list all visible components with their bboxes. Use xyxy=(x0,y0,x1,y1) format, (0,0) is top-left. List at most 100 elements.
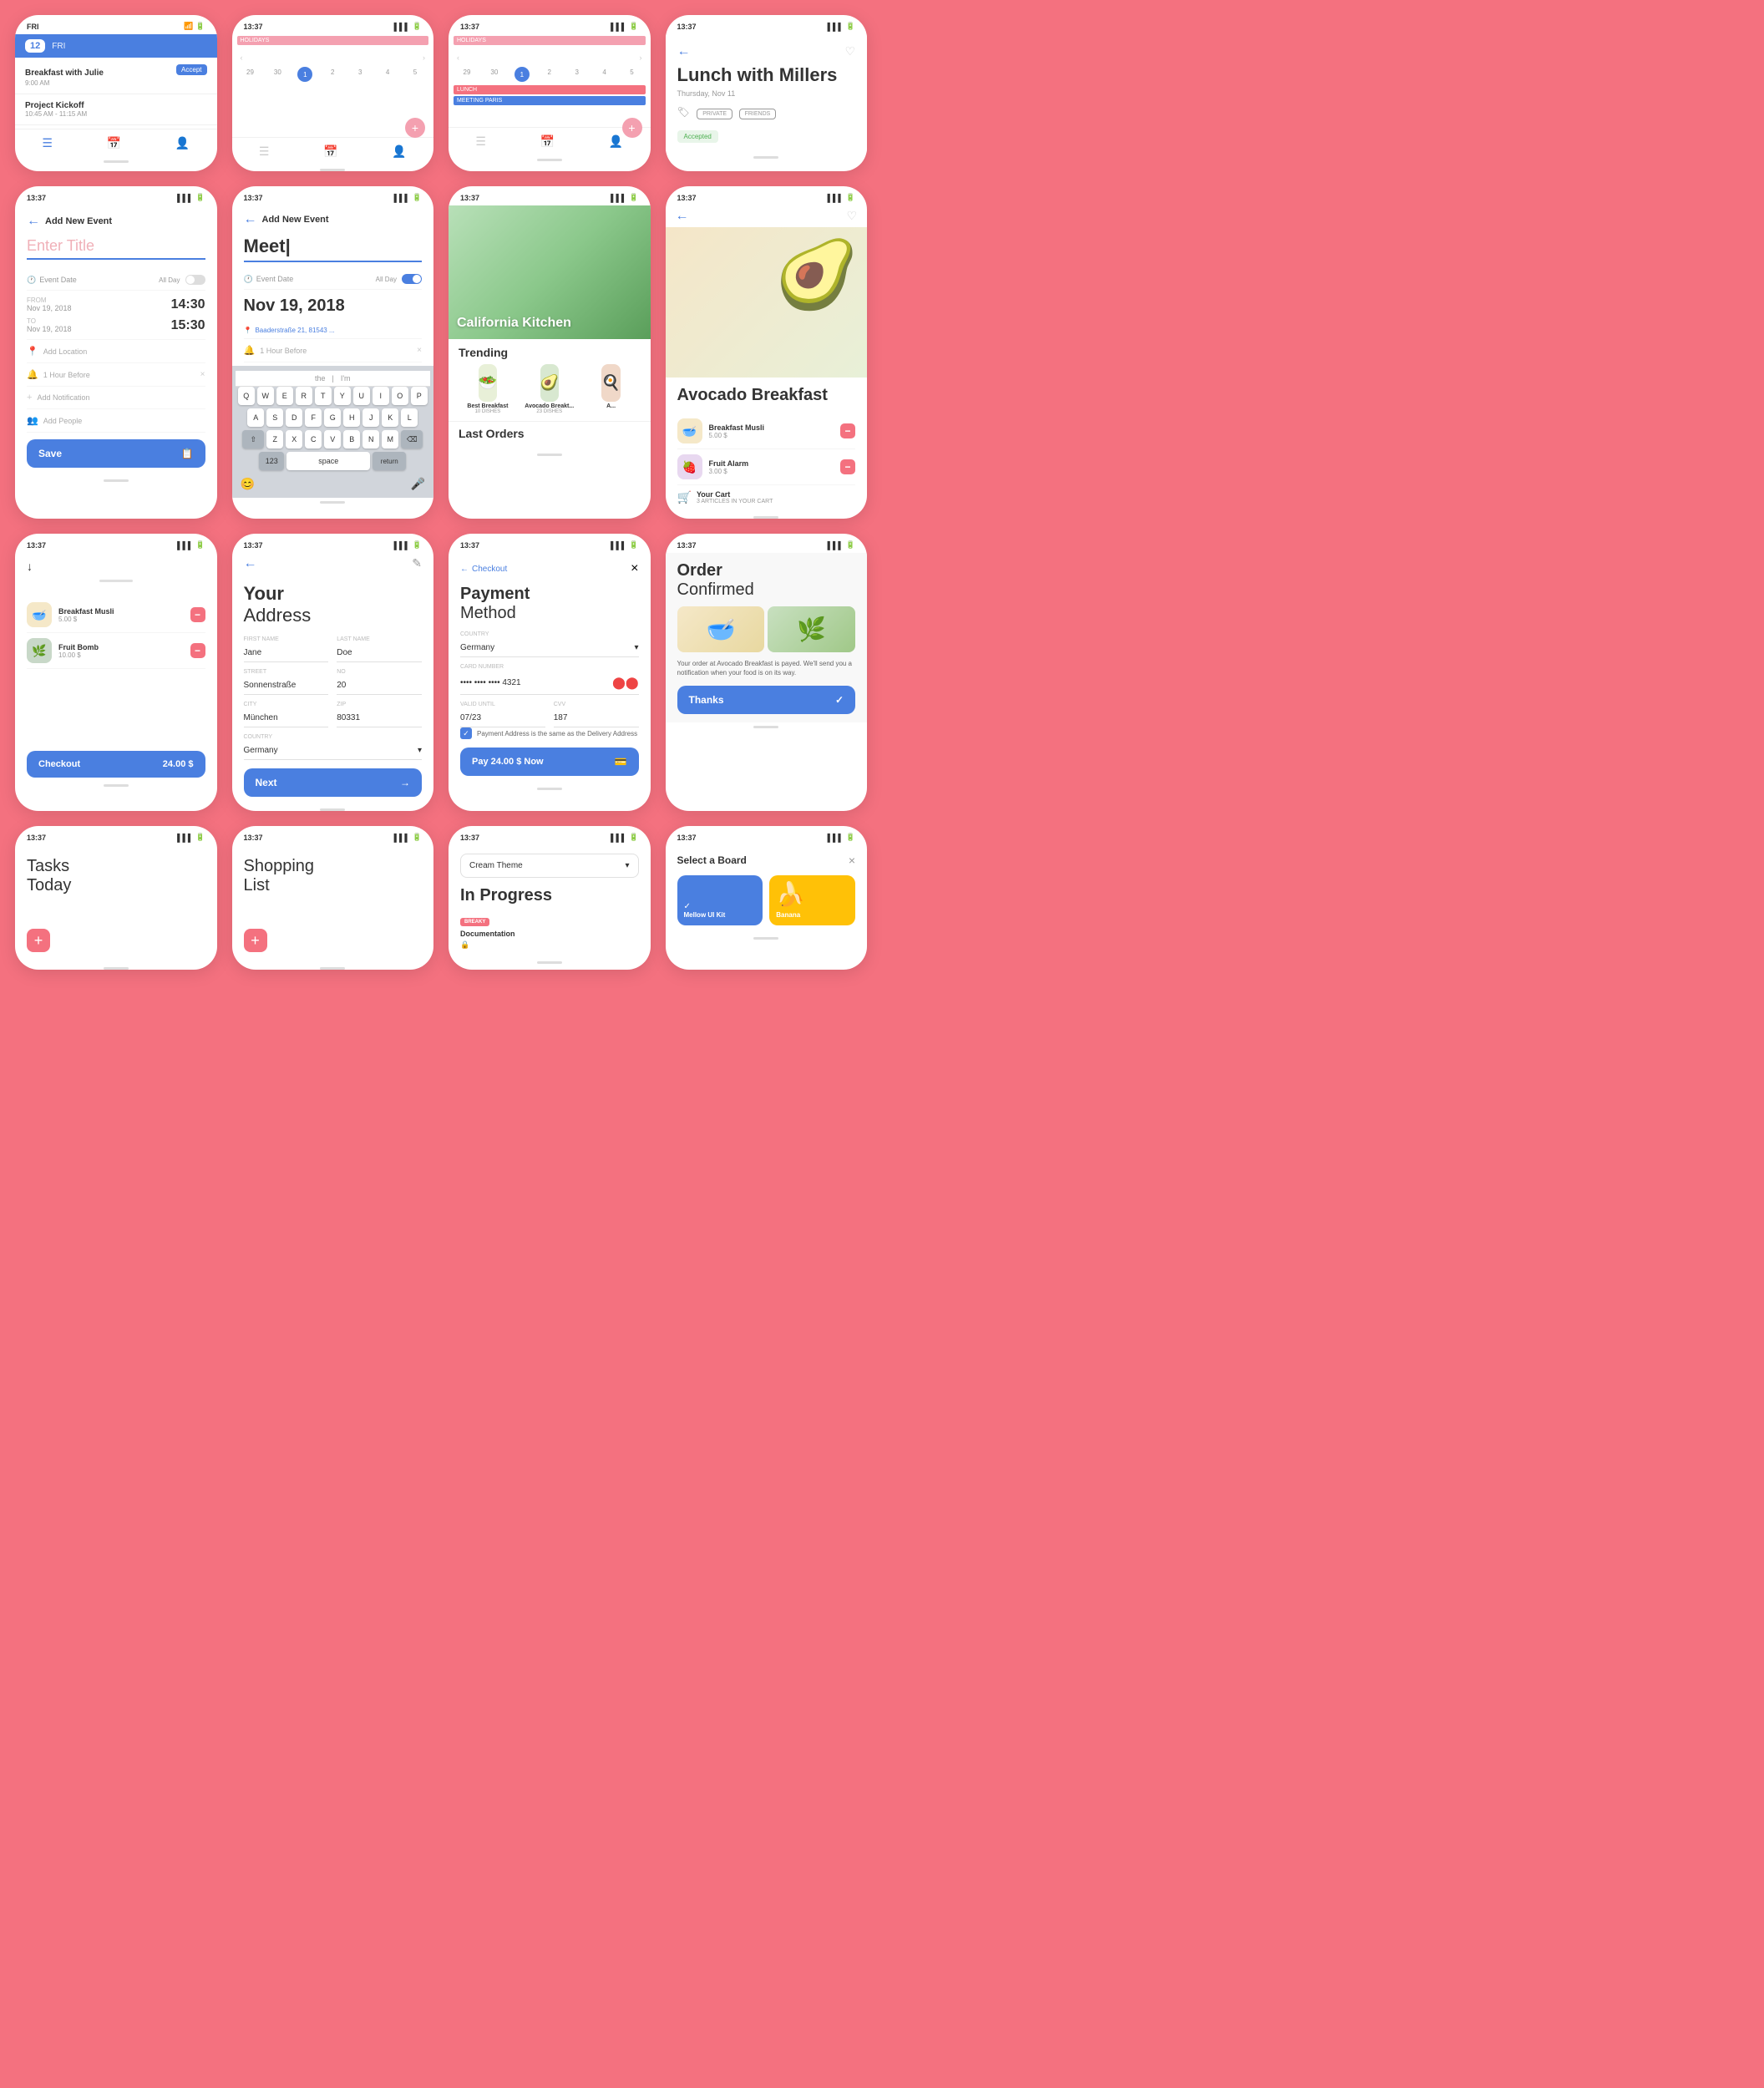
country-select[interactable]: Germany ▾ xyxy=(244,742,423,760)
key-y[interactable]: Y xyxy=(334,387,351,405)
event-title-input[interactable]: Enter Title xyxy=(27,237,205,260)
key-t[interactable]: T xyxy=(315,387,332,405)
theme-selector[interactable]: Cream Theme ▾ xyxy=(460,854,639,878)
back-btn-event[interactable]: ← xyxy=(27,214,40,229)
back-btn-typing[interactable]: ← xyxy=(244,212,257,227)
key-u[interactable]: U xyxy=(353,387,370,405)
key-k[interactable]: K xyxy=(382,408,398,427)
notification-close[interactable]: × xyxy=(200,370,205,379)
nav-calendar-3[interactable]: 📅 xyxy=(540,134,555,149)
checkout-back-nav[interactable]: ← Checkout xyxy=(460,565,507,574)
country-select-payment[interactable]: Germany ▾ xyxy=(460,639,639,657)
notification-close-2[interactable]: × xyxy=(417,346,422,355)
key-x[interactable]: X xyxy=(286,430,302,449)
thanks-button[interactable]: Thanks ✓ xyxy=(677,686,856,714)
save-button[interactable]: Save 📋 xyxy=(27,439,205,468)
key-return[interactable]: return xyxy=(373,452,406,470)
pay-button[interactable]: Pay 24.00 $ Now 💳 xyxy=(460,748,639,776)
key-q[interactable]: Q xyxy=(238,387,255,405)
edit-icon-address[interactable]: ✎ xyxy=(412,556,422,571)
add-notification-row[interactable]: + Add Notification xyxy=(27,387,205,409)
nav-calendar[interactable]: 📅 xyxy=(107,136,121,150)
autocomplete-2[interactable]: | xyxy=(332,374,333,383)
cart-list-item-1[interactable]: 🥣 Breakfast Musli 5.00 $ − xyxy=(27,597,205,633)
key-h[interactable]: H xyxy=(343,408,360,427)
location-row[interactable]: 📍 Add Location xyxy=(27,340,205,363)
key-r[interactable]: R xyxy=(296,387,312,405)
back-btn-detail[interactable]: ← xyxy=(677,44,691,59)
key-s[interactable]: S xyxy=(266,408,283,427)
cart-list-item-2[interactable]: 🌿 Fruit Bomb 10.00 $ − xyxy=(27,633,205,669)
key-w[interactable]: W xyxy=(257,387,274,405)
key-m[interactable]: M xyxy=(382,430,398,449)
key-j[interactable]: J xyxy=(362,408,379,427)
remove-item-1[interactable]: − xyxy=(840,423,855,438)
nav-list-2[interactable]: ☰ xyxy=(259,144,270,159)
key-o[interactable]: O xyxy=(392,387,408,405)
event-accept-btn[interactable]: Accept xyxy=(176,64,206,75)
notification-row[interactable]: 🔔 1 Hour Before × xyxy=(27,363,205,387)
autocomplete-3[interactable]: I'm xyxy=(341,374,351,383)
food-item-1[interactable]: 🥗 Best Breakfast 10 DISHES xyxy=(459,364,517,414)
cart-item-1[interactable]: 🥣 Breakfast Musli 5.00 $ − xyxy=(677,413,856,449)
cal-next[interactable]: › xyxy=(423,53,425,62)
nav-person-3[interactable]: 👤 xyxy=(609,134,623,149)
key-num[interactable]: 123 xyxy=(259,452,284,470)
cvv-field[interactable]: 187 xyxy=(554,709,639,727)
key-shift[interactable]: ⇧ xyxy=(242,430,264,449)
key-z[interactable]: Z xyxy=(266,430,283,449)
cart-remove-1[interactable]: − xyxy=(190,607,205,622)
cal-next-month[interactable]: › xyxy=(640,53,642,62)
nav-person[interactable]: 👤 xyxy=(175,136,190,150)
same-address-checkbox[interactable]: ✓ Payment Address is the same as the Del… xyxy=(460,727,639,739)
add-event-fab[interactable]: + xyxy=(405,118,425,138)
food-item-2[interactable]: 🥑 Avocado Breakt... 23 DISHES xyxy=(520,364,579,414)
notification-row-2[interactable]: 🔔 1 Hour Before × xyxy=(244,339,423,362)
key-l[interactable]: L xyxy=(401,408,418,427)
key-d[interactable]: D xyxy=(286,408,302,427)
city-input[interactable]: München xyxy=(244,709,329,727)
valid-field[interactable]: 07/23 xyxy=(460,709,545,727)
remove-item-2[interactable]: − xyxy=(840,459,855,474)
cal-prev[interactable]: ‹ xyxy=(241,53,243,62)
key-a[interactable]: A xyxy=(247,408,264,427)
nav-person-2[interactable]: 👤 xyxy=(392,144,406,159)
add-shopping-button[interactable]: + xyxy=(244,929,267,952)
key-v[interactable]: V xyxy=(324,430,341,449)
food-item-3[interactable]: 🍳 A... xyxy=(582,364,641,414)
down-arrow-icon[interactable]: ↓ xyxy=(27,560,33,573)
nav-list[interactable]: ☰ xyxy=(42,136,53,150)
all-day-toggle[interactable] xyxy=(185,275,205,285)
your-cart-row[interactable]: 🛒 Your Cart 3 ARTICLES IN YOUR CART xyxy=(677,485,856,509)
mic-icon[interactable]: 🎤 xyxy=(411,477,425,491)
key-p[interactable]: P xyxy=(411,387,428,405)
add-task-button[interactable]: + xyxy=(27,929,50,952)
favorite-icon[interactable]: ♡ xyxy=(844,44,855,59)
close-board-icon[interactable]: × xyxy=(849,854,855,867)
next-button[interactable]: Next → xyxy=(244,768,423,797)
key-b[interactable]: B xyxy=(343,430,360,449)
all-day-toggle-2[interactable] xyxy=(402,274,422,284)
key-space[interactable]: space xyxy=(286,452,370,470)
checkout-button[interactable]: Checkout 24.00 $ xyxy=(27,751,205,778)
event-item-2[interactable]: Project Kickoff 10:45 AM - 11:15 AM xyxy=(15,94,217,125)
key-n[interactable]: N xyxy=(362,430,379,449)
board-option-banana[interactable]: 🍌 Banana xyxy=(769,875,855,925)
zip-input[interactable]: 80331 xyxy=(337,709,422,727)
autocomplete-1[interactable]: the xyxy=(315,374,326,383)
key-g[interactable]: G xyxy=(324,408,341,427)
location-detail[interactable]: 📍 Baaderstraße 21, 81543 ... xyxy=(244,322,423,339)
key-e[interactable]: E xyxy=(276,387,293,405)
key-backspace[interactable]: ⌫ xyxy=(401,430,423,449)
board-option-mellow[interactable]: ✓ Mellow UI Kit xyxy=(677,875,763,925)
nav-list-3[interactable]: ☰ xyxy=(475,134,486,149)
card-number-field[interactable]: •••• •••• •••• 4321 ⬤⬤ xyxy=(460,672,639,695)
favorite-btn-avocado[interactable]: ♡ xyxy=(846,209,857,224)
firstname-input[interactable]: Jane xyxy=(244,644,329,662)
key-c[interactable]: C xyxy=(305,430,322,449)
lastname-input[interactable]: Doe xyxy=(337,644,422,662)
key-f[interactable]: F xyxy=(305,408,322,427)
close-btn-payment[interactable]: × xyxy=(631,561,638,576)
no-input[interactable]: 20 xyxy=(337,677,422,695)
key-i[interactable]: I xyxy=(373,387,389,405)
